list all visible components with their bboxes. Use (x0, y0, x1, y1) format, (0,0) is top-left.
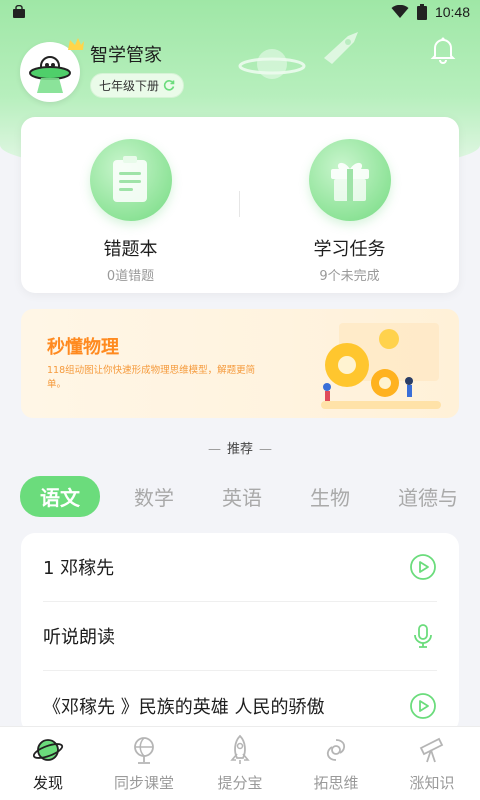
divider (239, 191, 240, 217)
tab-chinese[interactable]: 语文 (20, 475, 100, 517)
quick-action-subtitle: 0道错题 (106, 269, 155, 284)
list-item[interactable]: 听说朗读 (43, 602, 437, 671)
tab-math[interactable]: 数学 (134, 482, 174, 511)
nav-discover[interactable]: 发现 (0, 734, 96, 793)
nav-label: 拓思维 (313, 774, 359, 792)
nav-label: 同步课堂 (113, 774, 174, 792)
battery-icon (416, 4, 427, 20)
list-item[interactable]: 《邓稼先 》民族的英雄 人民的骄傲 (43, 671, 437, 733)
planet-decoration-icon (238, 49, 306, 79)
refresh-icon (163, 80, 175, 91)
nav-score-boost[interactable]: 提分宝 (192, 734, 288, 793)
play-circle-icon[interactable] (409, 553, 437, 581)
lesson-title: 1 邓稼先 (43, 558, 115, 579)
subject-tabs: 语文 数学 英语 生物 道德与 (20, 475, 480, 517)
wifi-icon (391, 5, 409, 18)
study-tasks-button[interactable]: 学习任务 9个未完成 (270, 117, 430, 284)
recommend-title: 推荐 (226, 442, 253, 457)
lesson-title: 《邓稼先 》民族的英雄 人民的骄傲 (43, 696, 325, 718)
user-name: 智学管家 (90, 44, 162, 66)
rocket-decoration-icon (324, 32, 358, 64)
nav-label: 涨知识 (409, 774, 455, 792)
physics-promo-banner[interactable]: 秒懂物理 118组动图让你快速形成物理思维模型，解题更简单。 (21, 309, 459, 418)
quick-action-title: 学习任务 (313, 239, 386, 260)
mistake-book-button[interactable]: 错题本 0道错题 (51, 117, 211, 284)
nav-sync-class[interactable]: 同步课堂 (96, 734, 192, 793)
nav-thinking[interactable]: 拓思维 (288, 734, 384, 793)
notification-bell-icon[interactable] (430, 36, 456, 64)
microphone-icon[interactable] (409, 622, 437, 650)
gift-box-icon (308, 139, 391, 221)
lesson-title: 听说朗读 (43, 627, 115, 648)
quick-action-title: 错题本 (103, 239, 158, 260)
galaxy-icon (326, 739, 346, 761)
rocket-icon (230, 734, 250, 764)
banner-title: 秒懂物理 (47, 337, 119, 358)
tab-biology[interactable]: 生物 (310, 482, 350, 511)
banner-description: 118组动图让你快速形成物理思维模型，解题更简单。 (47, 365, 256, 390)
avatar[interactable] (20, 38, 84, 102)
status-time: 10:48 (434, 4, 470, 20)
lesson-list: 1 邓稼先 听说朗读 《邓稼先 》民族的英雄 人民的骄傲 (21, 533, 459, 733)
user-profile[interactable]: 智学管家 七年级下册 (20, 38, 185, 102)
play-circle-icon[interactable] (409, 692, 437, 720)
crown-icon (68, 38, 84, 50)
nav-label: 发现 (32, 774, 63, 792)
quick-action-subtitle: 9个未完成 (319, 269, 380, 284)
ufo-avatar-icon (29, 56, 71, 93)
telescope-icon (419, 737, 444, 763)
gears-illustration-icon (321, 323, 441, 409)
status-bar: 10:48 (0, 0, 480, 24)
tab-morality[interactable]: 道德与 (398, 482, 458, 511)
notebook-icon (89, 139, 172, 221)
grade-selector[interactable]: 七年级下册 (90, 72, 185, 98)
shopping-bag-icon (13, 5, 25, 18)
list-item[interactable]: 1 邓稼先 (43, 533, 437, 602)
recommend-heading: — 推荐 — (207, 442, 272, 457)
grade-label: 七年级下册 (99, 78, 160, 93)
planet-icon (32, 739, 64, 761)
nav-label: 提分宝 (217, 774, 263, 792)
quick-actions-card: 错题本 0道错题 学习任务 9个未完成 (21, 117, 459, 293)
tab-english[interactable]: 英语 (222, 482, 262, 511)
nav-knowledge[interactable]: 涨知识 (384, 734, 480, 793)
globe-icon (134, 737, 154, 764)
bottom-navigation: 发现 同步课堂 提分宝 拓思维 涨知识 (0, 726, 480, 800)
